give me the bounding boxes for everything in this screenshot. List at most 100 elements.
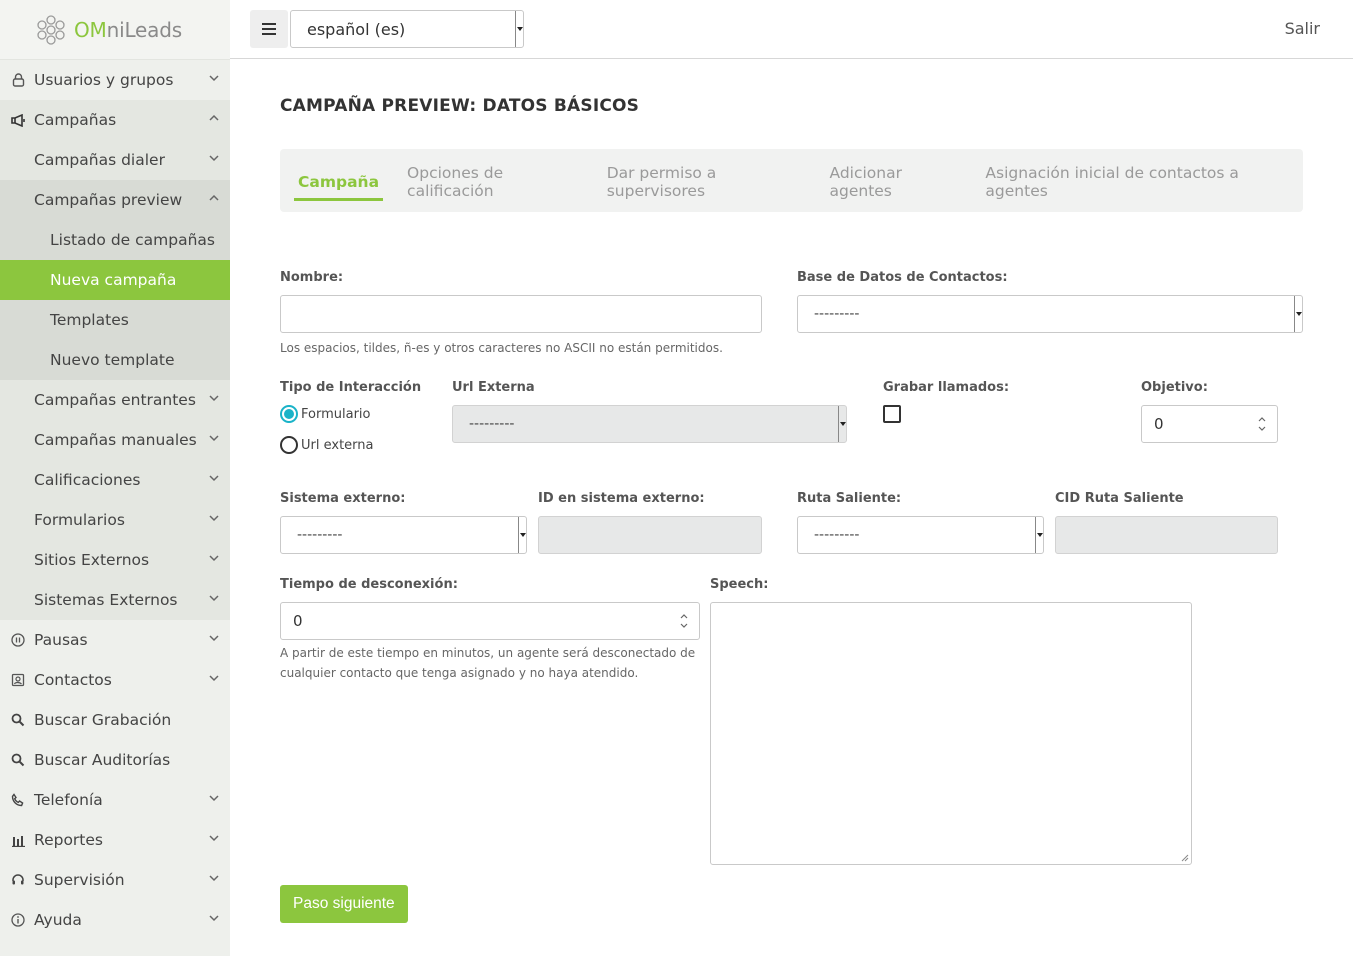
language-select-value: español (es) [307,19,406,39]
sidebar-item-label: Supervisión [34,871,125,889]
chevron-down-icon [209,875,219,882]
url-externa-select: --------- [452,405,847,443]
chevron-down-icon [209,155,219,162]
radio-unchecked-icon[interactable] [280,436,298,454]
grabar-llamados-checkbox[interactable] [883,405,901,423]
chevron-down-icon [209,675,219,682]
chevron-down-icon [209,75,219,82]
phone-icon [10,792,26,808]
sidebar-item-buscar-grabacion[interactable]: Buscar Grabación [0,700,230,740]
sidebar-item-pausas[interactable]: Pausas [0,620,230,660]
sidebar-item-usuarios[interactable]: Usuarios y grupos [0,60,230,100]
url-externa-label: Url Externa [452,380,535,395]
sidebar-item-label: Reportes [34,831,103,849]
sidebar-item-nuevo-template[interactable]: Nuevo template [0,340,230,380]
ruta-saliente-value: --------- [814,527,860,543]
bar-chart-icon [10,832,26,848]
page-title: CAMPAÑA PREVIEW: DATOS BÁSICOS [280,96,640,116]
tab-adicionar-agentes[interactable]: Adicionar agentes [826,158,962,204]
radio-formulario[interactable]: Formulario [280,405,370,423]
brand-name-rest: niLeads [106,17,183,42]
sidebar-item-label: Contactos [34,671,112,689]
sidebar-item-campanas-entrantes[interactable]: Campañas entrantes [0,380,230,420]
bd-contactos-select[interactable]: --------- [797,295,1303,333]
tab-campana[interactable]: Campaña [294,167,384,201]
nombre-input[interactable] [280,295,762,333]
sidebar-item-reportes[interactable]: Reportes [0,820,230,860]
sidebar-item-sistemas-externos[interactable]: Sistemas Externos [0,580,230,620]
radio-checked-icon[interactable] [280,405,298,423]
caret-down-icon [1035,517,1043,553]
number-spinner-icon[interactable] [1257,414,1267,434]
sidebar-item-label: Campañas dialer [34,151,165,169]
brand[interactable]: OMniLeads [0,0,230,60]
tab-asignacion-contactos[interactable]: Asignación inicial de contactos a agente… [981,158,1283,204]
logout-link[interactable]: Salir [1285,19,1320,38]
resize-grip-icon[interactable] [1181,854,1189,862]
sidebar-item-telefonia[interactable]: Telefonía [0,780,230,820]
omnileads-logo-icon [37,14,65,45]
sidebar-item-sitios-externos[interactable]: Sitios Externos [0,540,230,580]
chevron-down-icon [209,835,219,842]
brand-name-accent: OM [74,17,107,42]
tab-opciones-calificacion[interactable]: Opciones de calificación [403,158,583,204]
sidebar-item-nueva-campana[interactable]: Nueva campaña [0,260,230,300]
sidebar-item-label: Buscar Grabación [34,711,172,729]
number-spinner-icon[interactable] [679,611,689,631]
sidebar-item-formularios[interactable]: Formularios [0,500,230,540]
tab-permiso-supervisores[interactable]: Dar permiso a supervisores [603,158,806,204]
hamburger-icon [262,23,276,35]
sidebar: OMniLeads Usuarios y grupos Campañas Cam… [0,0,230,956]
sidebar-item-contactos[interactable]: Contactos [0,660,230,700]
chevron-down-icon [209,475,219,482]
sidebar-item-listado-campanas[interactable]: Listado de campañas [0,220,230,260]
sidebar-item-label: Campañas entrantes [34,391,196,409]
radio-url-externa[interactable]: Url externa [280,436,373,454]
sidebar-item-supervision[interactable]: Supervisión [0,860,230,900]
chevron-up-icon [209,114,219,121]
sidebar-item-label: Campañas [34,111,117,129]
chevron-down-icon [209,635,219,642]
sidebar-item-label: Sitios Externos [34,551,150,569]
sidebar-item-label: Ayuda [34,911,82,929]
chevron-up-icon [209,194,219,201]
objetivo-input[interactable]: 0 [1141,405,1278,443]
topbar: español (es) Salir [230,0,1353,59]
sidebar-item-label: Pausas [34,631,88,649]
bd-contactos-value: --------- [814,306,860,322]
sidebar-item-label: Usuarios y grupos [34,71,174,89]
sidebar-item-ayuda[interactable]: Ayuda [0,900,230,940]
ruta-saliente-select[interactable]: --------- [797,516,1044,554]
campaigns-group: Campañas Campañas dialer Campañas previe… [0,100,230,620]
sidebar-item-calificaciones[interactable]: Calificaciones [0,460,230,500]
tiempo-desconexion-value: 0 [293,612,303,630]
speech-textarea[interactable] [710,602,1192,865]
sidebar-item-templates[interactable]: Templates [0,300,230,340]
sidebar-item-buscar-auditorias[interactable]: Buscar Auditorías [0,740,230,780]
grabar-llamados-label: Grabar llamados: [883,380,1010,395]
tiempo-desconexion-input[interactable]: 0 [280,602,700,640]
sidebar-item-label: Listado de campañas [50,231,215,249]
nombre-label: Nombre: [280,270,344,285]
objetivo-label: Objetivo: [1141,380,1208,395]
id-sistema-externo-input [538,516,762,554]
bd-contactos-label: Base de Datos de Contactos: [797,270,1008,285]
sistema-externo-label: Sistema externo: [280,491,406,506]
sidebar-item-campanas-preview[interactable]: Campañas preview [0,180,230,220]
tiempo-help-line-2: cualquier contacto que tenga asignado y … [280,666,639,680]
caret-down-icon [838,406,846,442]
sidebar-item-campanas-dialer[interactable]: Campañas dialer [0,140,230,180]
chevron-down-icon [209,515,219,522]
sidebar-item-campanas-manuales[interactable]: Campañas manuales [0,420,230,460]
cid-ruta-saliente-label: CID Ruta Saliente [1055,491,1184,506]
menu-toggle-button[interactable] [250,10,288,48]
language-select[interactable]: español (es) [290,10,524,48]
headset-icon [10,872,26,888]
sistema-externo-select[interactable]: --------- [280,516,527,554]
sidebar-item-label: Nuevo template [50,351,175,369]
ruta-saliente-label: Ruta Saliente: [797,491,902,506]
next-step-button[interactable]: Paso siguiente [280,885,408,923]
caret-down-icon [1294,296,1302,332]
sidebar-item-label: Buscar Auditorías [34,751,171,769]
sidebar-item-campanas[interactable]: Campañas [0,100,230,140]
